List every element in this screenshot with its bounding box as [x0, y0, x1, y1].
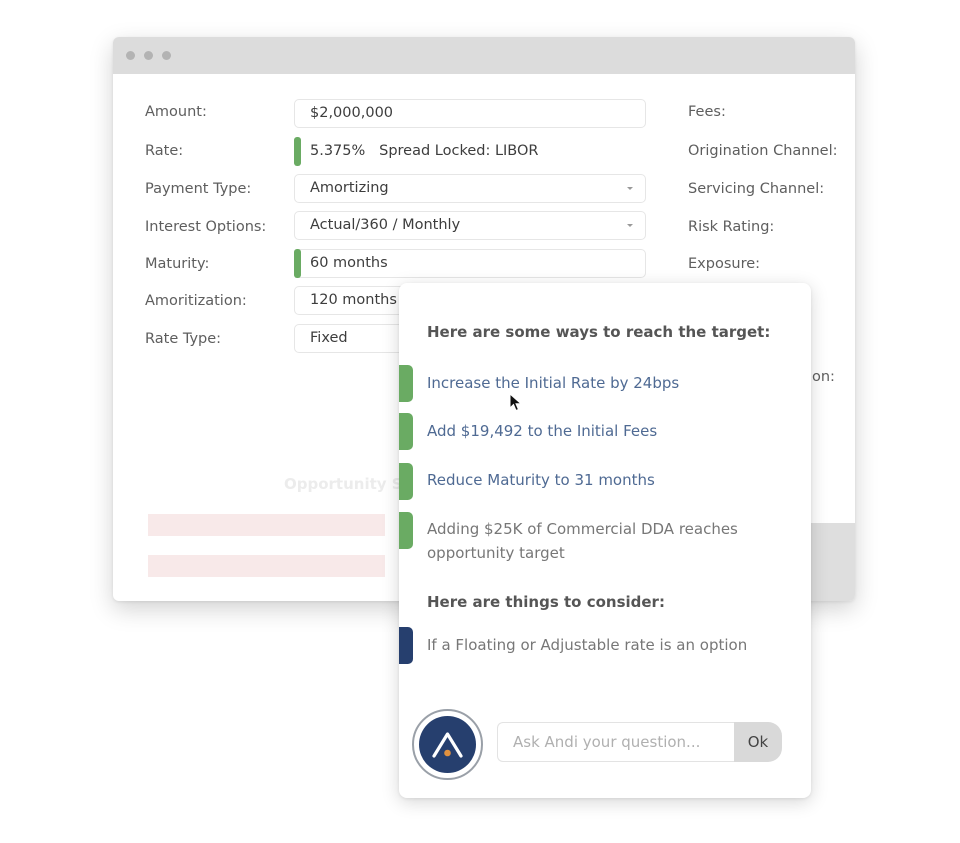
rate-label: Rate:: [145, 143, 184, 159]
opportunity-bar-1: [148, 514, 385, 536]
andi-avatar[interactable]: [412, 709, 483, 780]
maturity-field[interactable]: 60 months: [294, 249, 646, 278]
payment-type-label: Payment Type:: [145, 181, 252, 197]
suggestion-marker: [399, 365, 413, 402]
suggestion-text[interactable]: Add $19,492 to the Initial Fees: [427, 419, 777, 443]
ask-andi-input[interactable]: [497, 722, 737, 762]
fees-label: Fees:: [688, 104, 726, 120]
suggestion-marker: [399, 413, 413, 450]
rate-type-label: Rate Type:: [145, 331, 222, 347]
payment-type-select[interactable]: Amortizing: [294, 174, 646, 203]
amount-field[interactable]: $2,000,000: [294, 99, 646, 128]
suggestion-marker: [399, 463, 413, 500]
mouse-cursor-icon: [509, 393, 523, 412]
suggestion-text: Adding $25K of Commercial DDA reaches op…: [427, 520, 738, 562]
suggestion-text[interactable]: Reduce Maturity to 31 months: [427, 468, 777, 492]
ok-button[interactable]: Ok: [734, 722, 782, 762]
origination-channel-label: Origination Channel:: [688, 143, 838, 159]
target-heading: Here are some ways to reach the target:: [427, 323, 771, 341]
opportunity-bar-2: [148, 555, 385, 577]
andi-logo-icon: [419, 716, 476, 773]
suggestion-text[interactable]: Increase the Initial Rate by 24bps: [427, 371, 777, 395]
risk-rating-label: Risk Rating:: [688, 219, 775, 235]
andi-assistant-popup: Here are some ways to reach the target: …: [399, 283, 811, 798]
suggestion-marker: [399, 512, 413, 549]
payment-type-value: Amortizing: [310, 180, 389, 196]
chevron-down-icon: [627, 224, 633, 227]
amount-label: Amount:: [145, 104, 207, 120]
interest-options-label: Interest Options:: [145, 219, 267, 235]
maturity-label: Maturity:: [145, 256, 210, 272]
interest-options-value: Actual/360 / Monthly: [310, 217, 461, 233]
opportunity-title: Opportunity S: [284, 475, 403, 493]
partial-label: on:: [812, 369, 835, 385]
ask-andi-form: Ok: [497, 722, 782, 762]
amortization-label: Amoritization:: [145, 293, 247, 309]
interest-options-select[interactable]: Actual/360 / Monthly: [294, 211, 646, 240]
rate-value: 5.375% Spread Locked: LIBOR: [294, 137, 646, 166]
window-maximize-dot[interactable]: [162, 51, 171, 60]
consideration-marker: [399, 627, 413, 664]
chevron-down-icon: [627, 187, 633, 190]
window-minimize-dot[interactable]: [144, 51, 153, 60]
window-close-dot[interactable]: [126, 51, 135, 60]
servicing-channel-label: Servicing Channel:: [688, 181, 825, 197]
window-titlebar: [113, 37, 855, 74]
consider-heading: Here are things to consider:: [427, 593, 665, 611]
consideration-text: If a Floating or Adjustable rate is an o…: [427, 636, 748, 654]
exposure-label: Exposure:: [688, 256, 761, 272]
